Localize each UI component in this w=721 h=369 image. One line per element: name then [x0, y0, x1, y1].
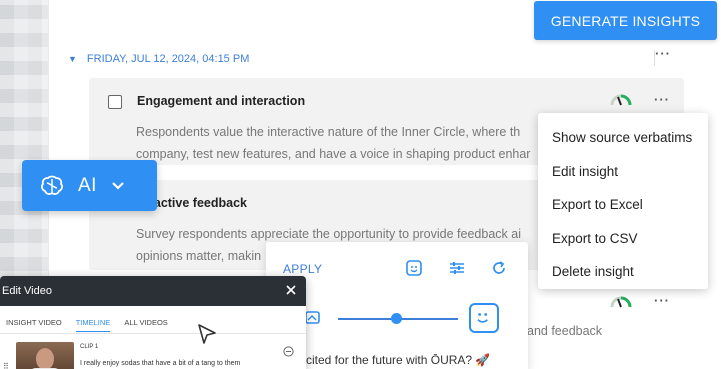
close-icon[interactable] [284, 283, 298, 297]
sticker-icon[interactable] [405, 259, 423, 277]
ai-dropdown-button[interactable]: AI [22, 160, 157, 211]
chevron-down-icon[interactable]: ▼ [68, 54, 77, 64]
apply-button[interactable]: APPLY [283, 262, 322, 276]
tab-insight-video[interactable]: INSIGHT VIDEO [6, 318, 62, 332]
menu-item-export-csv[interactable]: Export to CSV [538, 222, 708, 256]
sliders-icon[interactable] [448, 259, 466, 277]
remove-clip-icon[interactable] [283, 346, 294, 357]
ai-label: AI [78, 174, 97, 196]
message-fragment: xcited for the future with ŌURA? 🚀 [300, 353, 491, 367]
chevron-down-icon [112, 181, 124, 190]
sentiment-gauge-icon [610, 296, 632, 308]
menu-item-export-excel[interactable]: Export to Excel [538, 188, 708, 222]
sticker-preview-icon [469, 303, 499, 333]
insight-more-icon[interactable]: ··· [654, 293, 670, 308]
session-date: FRIDAY, JUL 12, 2024, 04:15 PM [86, 53, 250, 65]
session-date-row[interactable]: ▼ FRIDAY, JUL 12, 2024, 04:15 PM [68, 48, 678, 70]
session-more-icon[interactable]: ··· [655, 46, 671, 61]
edit-video-header: Edit Video [0, 276, 306, 306]
edit-video-tabs: INSIGHT VIDEO TIMELINE ALL VIDEOS [6, 318, 168, 332]
mouse-cursor-icon [198, 324, 216, 344]
generate-insights-button[interactable]: GENERATE INSIGHTS [534, 1, 717, 40]
intensity-slider-handle[interactable] [391, 313, 402, 324]
insight-title: ractive feedback [149, 196, 247, 210]
brain-icon [41, 175, 63, 195]
image-off-icon [305, 311, 320, 324]
clip-quote: I really enjoy sodas that have a bit of … [80, 360, 241, 367]
insight-checkbox[interactable] [108, 95, 122, 109]
menu-item-show-source-verbatims[interactable]: Show source verbatims [538, 121, 708, 155]
insight-context-menu: Show source verbatims Edit insight Expor… [538, 113, 708, 289]
menu-item-delete-insight[interactable]: Delete insight [538, 255, 708, 289]
insight-body-fragment: and feedback [527, 324, 603, 338]
insight-more-icon[interactable]: ··· [654, 92, 670, 107]
tabs-divider [0, 333, 306, 334]
edit-video-title: Edit Video [2, 285, 52, 297]
tab-all-videos[interactable]: ALL VIDEOS [124, 318, 168, 332]
tab-timeline[interactable]: TIMELINE [75, 318, 111, 332]
clip-thumbnail[interactable] [16, 342, 74, 369]
drag-handle-icon[interactable]: ⠿ [3, 362, 9, 369]
insight-title: Engagement and interaction [137, 94, 306, 108]
smile-icon [477, 313, 488, 323]
clip-label: CLIP 1 [80, 344, 99, 350]
person-face [36, 348, 54, 369]
edit-video-modal: Edit Video INSIGHT VIDEO TIMELINE ALL VI… [0, 276, 306, 369]
sentiment-gauge-icon [610, 94, 632, 106]
refresh-icon[interactable] [490, 259, 508, 277]
menu-item-edit-insight[interactable]: Edit insight [538, 155, 708, 189]
